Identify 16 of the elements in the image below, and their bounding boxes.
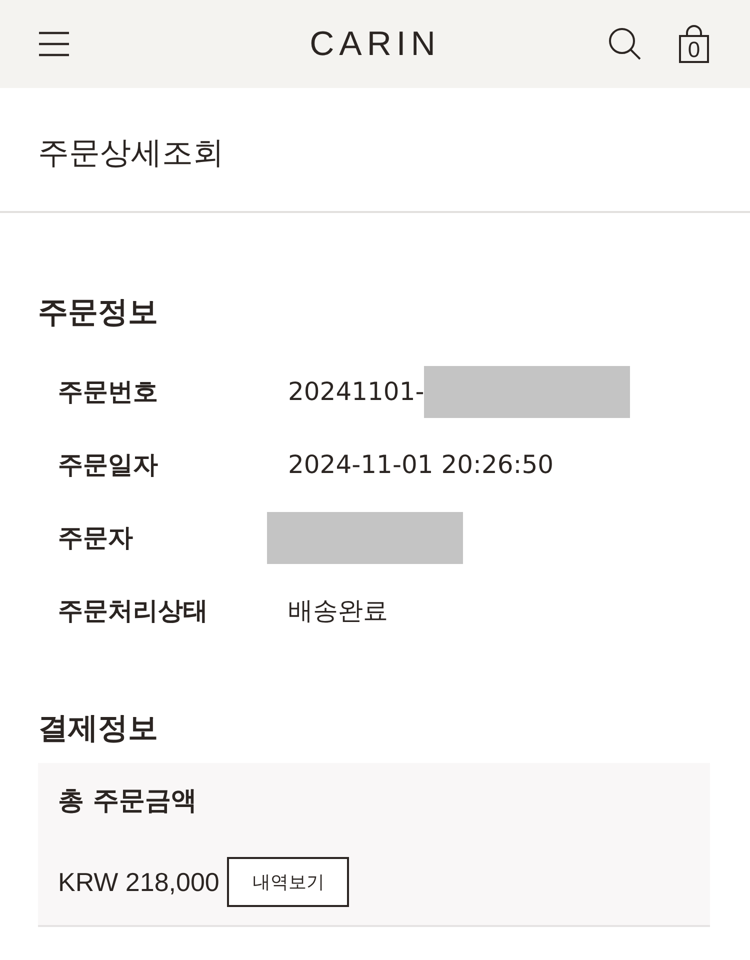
total-amount: KRW 218,000: [58, 866, 220, 898]
field-value: 2024-11-01 20:26:50: [288, 450, 554, 479]
total-label: 총 주문금액: [58, 785, 198, 818]
search-icon[interactable]: [608, 27, 642, 61]
section-heading: 주문정보: [37, 294, 159, 332]
field-value: 배송완료: [288, 595, 388, 627]
menu-icon[interactable]: [38, 31, 70, 57]
logo[interactable]: CARIN: [310, 24, 440, 64]
field-value: 20241101-: [288, 377, 424, 406]
section-heading: 결제정보: [37, 710, 159, 748]
field-label: 주문일자: [58, 449, 159, 481]
field-label: 주문처리상태: [58, 595, 209, 627]
page-title: 주문상세조회: [37, 134, 225, 173]
field-label: 주문번호: [58, 376, 159, 408]
details-button[interactable]: 내역보기: [227, 857, 350, 907]
field-label: 주문자: [58, 522, 134, 554]
